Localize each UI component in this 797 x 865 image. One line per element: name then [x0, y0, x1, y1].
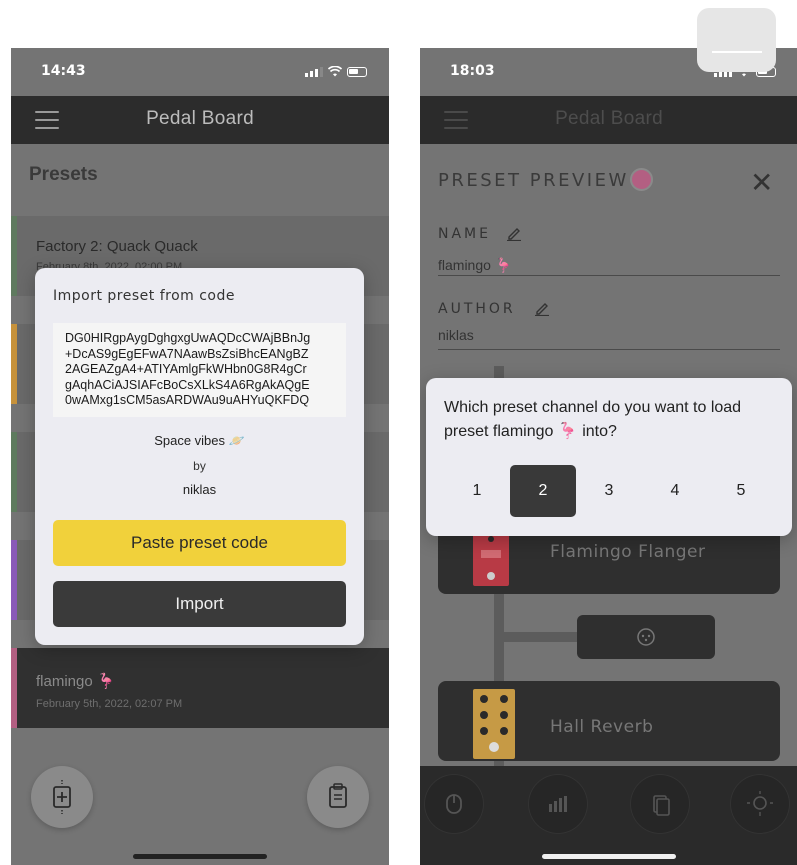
channel-option-2[interactable]: 2 [510, 465, 576, 517]
preset-color-dot[interactable] [630, 168, 653, 191]
app-header: Pedal Board [420, 96, 797, 144]
clipboard-icon [329, 783, 347, 808]
name-divider [438, 275, 780, 276]
channel-option-5[interactable]: 5 [708, 465, 774, 517]
left-phone-screen: 14:43 Pedal Board Presets Factory 2: Qua… [11, 48, 389, 865]
clipboard-button[interactable] [307, 766, 369, 828]
bottom-navigation [420, 766, 797, 865]
preset-preview-title: PRESET PREVIEW [438, 170, 629, 191]
overlay-corner-button[interactable] [697, 8, 776, 72]
status-bar: 14:43 [11, 48, 389, 96]
status-time: 18:03 [450, 63, 495, 79]
name-label: NAME [438, 226, 491, 242]
preset-date: February 5th, 2022, 02:07 PM [36, 698, 183, 710]
preset-code-text[interactable]: DG0HIRgpAygDghgxgUwAQDcCWAjBBnJg +DcAS9g… [53, 323, 346, 417]
import-preset-modal: Import preset from code DG0HIRgpAygDghgx… [35, 268, 364, 645]
app-header: Pedal Board [11, 96, 389, 144]
lightbulb-icon [747, 791, 773, 816]
channel-option-4[interactable]: 4 [642, 465, 708, 517]
hall-reverb-pedal-icon [473, 689, 515, 759]
preset-color-stripe [11, 540, 17, 620]
plug-icon [637, 628, 655, 646]
import-button[interactable]: Import [53, 581, 346, 627]
presets-icon [653, 795, 670, 816]
preset-preview-author: niklas [182, 482, 217, 497]
signal-chain-branch [504, 632, 584, 642]
preset-preview-by: by [193, 459, 206, 473]
channel-option-3[interactable]: 3 [576, 465, 642, 517]
battery-icon [347, 67, 367, 77]
status-icons [305, 66, 367, 77]
author-value[interactable]: niklas [438, 327, 474, 343]
app-title: Pedal Board [146, 108, 254, 129]
preset-color-stripe [11, 324, 17, 404]
preset-name: flamingo 🦩 [36, 673, 116, 690]
presets-heading: Presets [29, 164, 98, 185]
pedal-card[interactable]: Hall Reverb [438, 681, 780, 761]
preset-name: Factory 2: Quack Quack [36, 238, 198, 255]
add-preset-button[interactable] [31, 766, 93, 828]
edit-author-icon[interactable] [534, 300, 550, 316]
nav-tuner-button[interactable] [424, 774, 484, 834]
channel-prompt: Which preset channel do you want to load… [444, 399, 742, 440]
wifi-icon [328, 66, 342, 77]
channel-option-1[interactable]: 1 [444, 465, 510, 517]
tuner-icon [446, 794, 462, 814]
cellular-signal-icon [305, 67, 323, 77]
preset-card[interactable]: flamingo 🦩 February 5th, 2022, 02:07 PM [11, 648, 389, 728]
preset-color-stripe [11, 648, 17, 728]
pedal-name: Hall Reverb [550, 717, 654, 737]
nav-levels-button[interactable] [528, 774, 588, 834]
close-icon[interactable]: ✕ [750, 166, 773, 199]
right-phone-screen: 18:03 Pedal Board PRESET PREVIEW ✕ NAME … [420, 48, 797, 865]
channel-options: 1 2 3 4 5 [444, 465, 780, 517]
edit-name-icon[interactable] [506, 225, 522, 241]
pedal-name: Flamingo Flanger [550, 542, 706, 562]
home-indicator [542, 854, 676, 859]
author-label: AUTHOR [438, 301, 516, 317]
home-indicator [133, 854, 267, 859]
name-value[interactable]: flamingo 🦩 [438, 257, 512, 274]
modal-title: Import preset from code [53, 288, 236, 304]
app-title: Pedal Board [555, 108, 663, 129]
author-divider [438, 349, 780, 350]
channel-select-modal: Which preset channel do you want to load… [426, 378, 792, 536]
add-pedal-button[interactable] [577, 615, 715, 659]
preset-color-stripe [11, 216, 17, 296]
preset-color-stripe [11, 432, 17, 512]
nav-ideas-button[interactable] [730, 774, 790, 834]
nav-presets-button[interactable] [630, 774, 690, 834]
paste-preset-code-button[interactable]: Paste preset code [53, 520, 346, 566]
add-preset-icon [53, 780, 71, 814]
levels-icon [549, 796, 567, 812]
preset-preview-name: Space vibes 🪐 [154, 433, 245, 448]
status-time: 14:43 [41, 63, 86, 79]
